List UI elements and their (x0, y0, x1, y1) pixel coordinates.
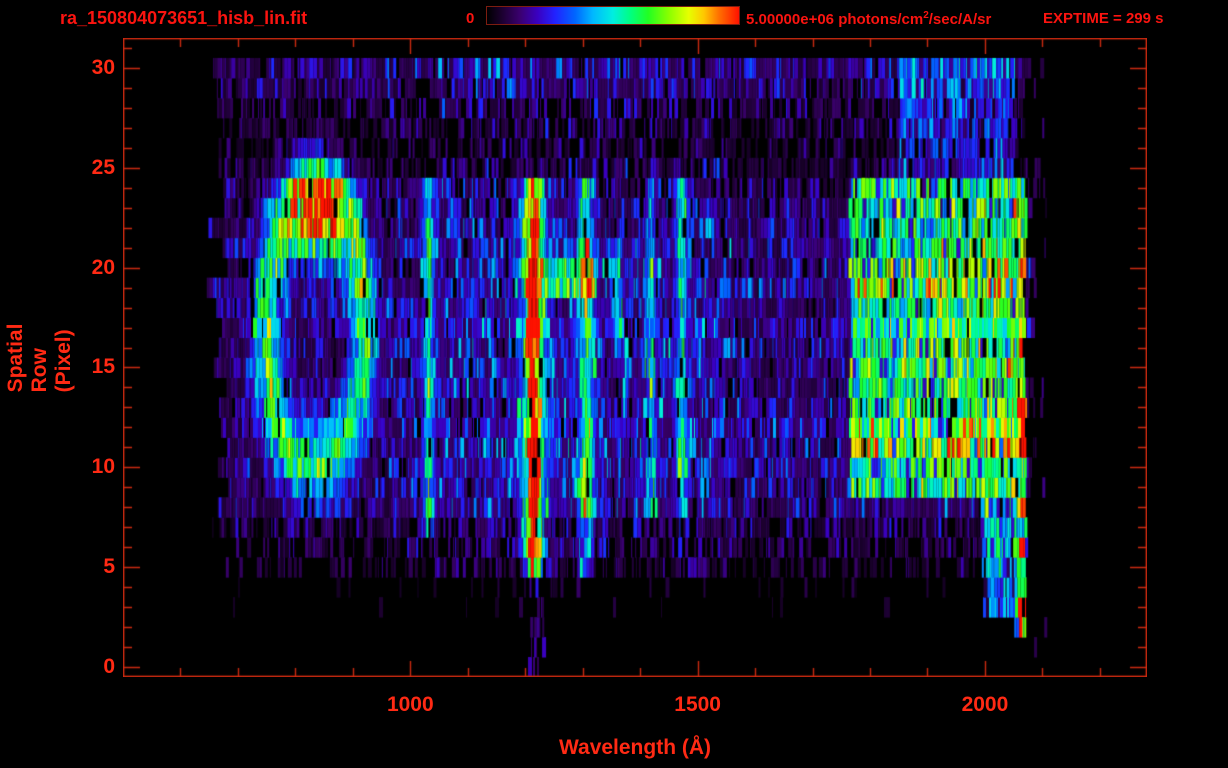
colorbar-units: photons/cm2/sec/A/sr (838, 10, 992, 28)
x-tick-label: 1000 (386, 693, 434, 716)
x-tick-label: 1500 (674, 693, 721, 716)
idl-display-window: ra_150804073651_hisb_lin.fit 0 5.00000e+… (0, 0, 1228, 768)
x-axis-title: Wavelength (Å) (558, 736, 712, 759)
y-axis-title: Spatial Row (Pixel) (4, 323, 75, 392)
exptime-label: EXPTIME = 299 s (1043, 10, 1164, 27)
spectrogram-canvas (123, 38, 1147, 677)
colorbar (486, 6, 740, 25)
colorbar-max-value: 5.00000e+06 (746, 11, 835, 28)
colorbar-min-label: 0 (466, 10, 475, 27)
colorbar-max-label: 5.00000e+06 photons/cm2/sec/A/sr (746, 10, 991, 28)
file-title: ra_150804073651_hisb_lin.fit (60, 8, 308, 28)
x-tick-label: 2000 (961, 693, 1009, 716)
